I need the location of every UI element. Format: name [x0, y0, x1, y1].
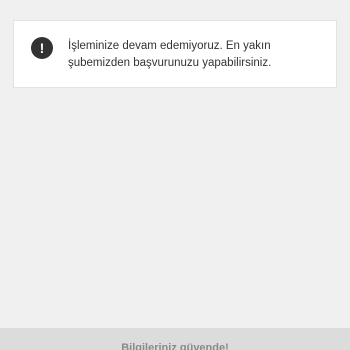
alert-message: İşleminize devam edemiyoruz. En yakın şu…: [68, 40, 272, 69]
error-alert-card: ! İşleminize devam edemiyoruz. En yakın …: [13, 20, 337, 88]
exclamation-icon: !: [31, 37, 53, 59]
security-footer-text: Bilgileriniz güvende!: [121, 342, 229, 350]
security-footer: Bilgileriniz güvende!: [0, 328, 350, 350]
